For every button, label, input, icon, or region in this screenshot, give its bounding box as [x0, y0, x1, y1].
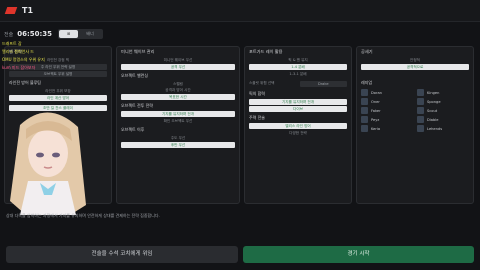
- timer-label: 전술: [4, 31, 14, 38]
- split-select-row: 스플릿 위협 선택 Drake: [249, 80, 347, 88]
- player-avatar: [417, 116, 424, 123]
- segment-banner[interactable]: 배너: [78, 30, 101, 38]
- app-title: T1: [22, 6, 34, 15]
- top-bar: T1: [0, 0, 480, 22]
- selected-option[interactable]: 기지를 유지하며 전개: [249, 99, 347, 105]
- panel-minion-wave: 미니언 웨이브 관리 미니언 웨이브 우선 공격 우선 오브젝트 밸런싱 스펠링…: [116, 46, 240, 204]
- select-label: 스플릿 위협 선택: [249, 81, 275, 85]
- option-button[interactable]: 다이브: [249, 106, 347, 112]
- selected-option[interactable]: 1-4 분배: [249, 64, 347, 70]
- section-title: 픽의 합력: [249, 91, 265, 96]
- player-name: Diable: [427, 117, 439, 122]
- player-avatar: [361, 125, 368, 132]
- player-avatar: [417, 89, 424, 96]
- section-title: 오브젝트 이후: [121, 127, 145, 132]
- selected-option[interactable]: 공격적으로: [361, 64, 469, 70]
- player-name: Oner: [371, 99, 380, 104]
- player-name: Sponge: [427, 99, 441, 104]
- timer-bar: 전술 06:50:35 ⊞ 배너: [4, 29, 103, 39]
- selected-option[interactable]: 기지를 유지하며 전개: [121, 111, 235, 117]
- player-avatar: [361, 107, 368, 114]
- player-name: Kingen: [427, 90, 440, 95]
- note: 공격과 방어 시간: [165, 88, 191, 92]
- player-avatar: [417, 98, 424, 105]
- player-name: Faker: [371, 108, 381, 113]
- player-name: Peyz: [371, 117, 380, 122]
- section-title: 오브젝트 밸런싱: [121, 73, 149, 78]
- note: 픽 & 밴 유지: [288, 58, 308, 62]
- section-title: 주력 전술: [249, 115, 265, 120]
- player-avatar: [361, 89, 368, 96]
- player-pick[interactable]: Keria: [361, 124, 413, 133]
- player-pick[interactable]: Scout: [417, 106, 469, 115]
- avatar-face: [28, 129, 68, 177]
- section-title: 오브젝트 전투 전략: [121, 103, 153, 108]
- timer-value: 06:50:35: [17, 30, 53, 38]
- panel-title: 미니언 웨이브 관리: [121, 49, 155, 54]
- panel-title: 포트가드 레이 활용: [249, 49, 283, 54]
- note: 확인 오브젝트 우선: [163, 119, 193, 123]
- avatar-eye: [52, 152, 60, 158]
- note: 미니언 웨이브 우선: [163, 58, 193, 62]
- section-title: 레지엄: [361, 80, 373, 85]
- player-grid: Doran Kingen Oner Sponge Faker Scout Pey…: [361, 88, 469, 133]
- avatar-outfit: [20, 181, 76, 215]
- chat-overlay: 드래프트 잡 앨리스 챔피언사 드 OMU 멍멍스의 우위 유지 kum 미드 …: [2, 40, 45, 72]
- option-button[interactable]: 목표한 시간: [121, 94, 235, 100]
- note: 라인전 우위 보장: [45, 89, 71, 93]
- split-select[interactable]: Drake: [299, 81, 347, 87]
- chat-line: 앨리스 챔피언사 드: [2, 49, 34, 54]
- note: 다양한 전략: [289, 131, 307, 135]
- option-button[interactable]: 후반 우선: [121, 142, 235, 148]
- chat-line: 드래프트 잡: [2, 41, 22, 46]
- panel-portguard: 포트가드 레이 활용 픽 & 밴 유지 1-4 분배 1-3-1 분배 스플릿 …: [244, 46, 352, 204]
- player-name: Scout: [427, 108, 438, 113]
- chat-line: kum 미드 잡아보자: [2, 65, 36, 70]
- player-pick[interactable]: Doran: [361, 88, 413, 97]
- player-pick[interactable]: Sponge: [417, 97, 469, 106]
- selected-option[interactable]: 앨리스 라인 방어: [249, 123, 347, 129]
- view-toggle[interactable]: ⊞ 배너: [58, 29, 103, 39]
- segment-grid[interactable]: ⊞: [59, 30, 79, 38]
- note: 주도 우선: [170, 136, 186, 140]
- note: 안정적: [410, 58, 420, 62]
- player-pick[interactable]: Faker: [361, 106, 413, 115]
- delegate-button[interactable]: 전술을 수석 코치에게 위임: [6, 246, 238, 263]
- streamer-avatar: [10, 112, 86, 215]
- player-avatar: [417, 125, 424, 132]
- player-avatar: [417, 107, 424, 114]
- player-name: Lehends: [427, 126, 443, 131]
- player-name: Keria: [371, 126, 381, 131]
- panel-offense: 공세기 안정적 공격적으로 레지엄 Doran Kingen Oner Spon…: [356, 46, 474, 204]
- panel-title: 공세기: [361, 49, 373, 54]
- player-pick[interactable]: Diable: [417, 115, 469, 124]
- player-name: Doran: [371, 90, 382, 95]
- player-pick[interactable]: Oner: [361, 97, 413, 106]
- selected-option[interactable]: 라인 계산 방어: [9, 95, 107, 101]
- section-title: 라인전 방어 블루팀: [9, 80, 41, 85]
- note: 1-3-1 분배: [289, 72, 307, 76]
- start-match-button[interactable]: 경기 시작: [243, 246, 474, 263]
- selected-option[interactable]: 공격 우선: [121, 64, 235, 70]
- t1-logo: [4, 7, 18, 14]
- player-avatar: [361, 116, 368, 123]
- player-pick[interactable]: Lehends: [417, 124, 469, 133]
- strategy-description: 상대 다목을 압박하는 과정에서 기지를 유지하며 안전하게 상대를 견제하는 …: [6, 213, 160, 218]
- player-avatar: [361, 98, 368, 105]
- player-pick[interactable]: Kingen: [417, 88, 469, 97]
- player-pick[interactable]: Peyz: [361, 115, 413, 124]
- chat-line: OMU 멍멍스의 우위 유지: [2, 57, 45, 62]
- avatar-eye: [36, 152, 44, 158]
